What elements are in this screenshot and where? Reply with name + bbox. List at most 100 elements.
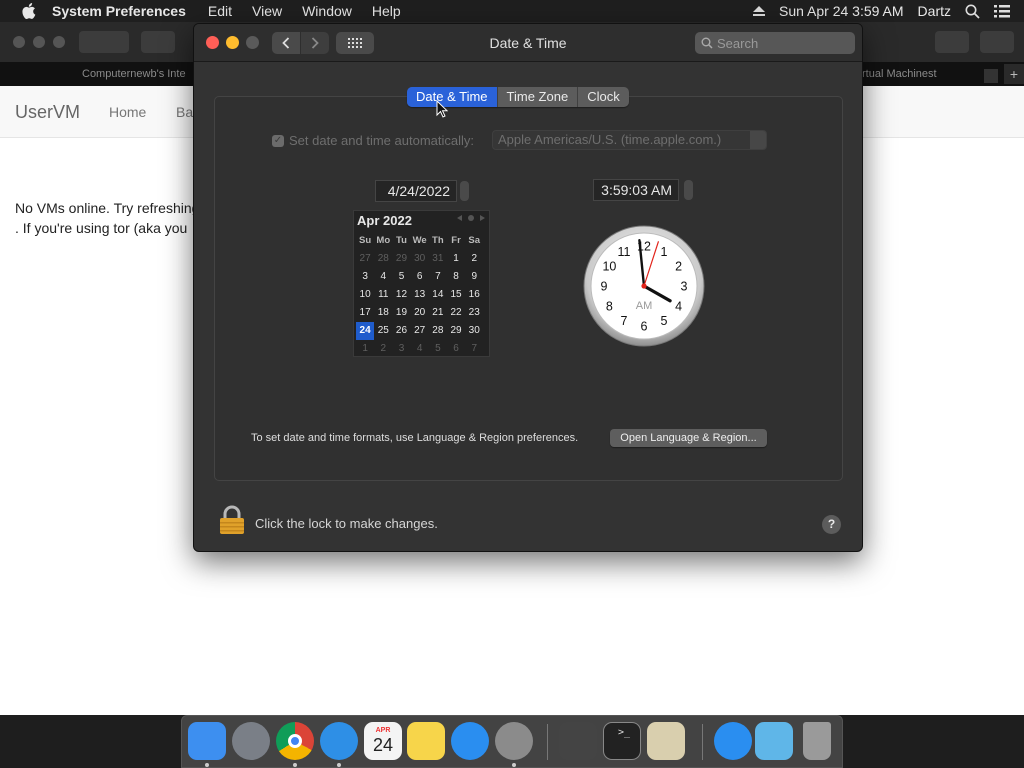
calendar-day[interactable]: 2	[465, 250, 483, 268]
menubar-user[interactable]: Dartz	[918, 3, 951, 19]
calendar-day[interactable]: 19	[392, 304, 410, 322]
network-utility-icon[interactable]	[559, 722, 597, 760]
spotlight-search-icon[interactable]	[965, 4, 980, 19]
nav-partial-link[interactable]: Ba	[176, 104, 193, 120]
calendar-day[interactable]: 14	[429, 286, 447, 304]
search-input[interactable]	[717, 35, 847, 51]
tab-time-zone[interactable]: Time Zone	[498, 87, 579, 107]
new-tab-button[interactable]: +	[1004, 64, 1024, 84]
notes-icon[interactable]	[407, 722, 445, 760]
calendar-day[interactable]: 3	[356, 268, 374, 286]
browser-share-button[interactable]	[935, 31, 969, 53]
browser-tabs-button[interactable]	[980, 31, 1014, 53]
calendar-icon[interactable]: APR 24	[364, 722, 402, 760]
calendar-day[interactable]: 6	[447, 340, 465, 358]
browser-tab-left[interactable]: Computernewb's Inte	[82, 68, 186, 80]
nav-home-link[interactable]: Home	[109, 104, 146, 120]
menu-help[interactable]: Help	[372, 3, 401, 19]
menubar-clock[interactable]: Sun Apr 24 3:59 AM	[779, 3, 904, 19]
chrome-icon[interactable]	[276, 722, 314, 760]
notification-center-icon[interactable]	[994, 4, 1010, 18]
app-store-icon[interactable]	[451, 722, 489, 760]
calendar-day[interactable]: 7	[465, 340, 483, 358]
browser-tab-right[interactable]: rtual Machinest	[862, 68, 937, 80]
downloads-folder-icon[interactable]	[755, 722, 793, 760]
calendar-day[interactable]: 22	[447, 304, 465, 322]
launchpad-icon[interactable]	[232, 722, 270, 760]
calendar-day[interactable]: 28	[374, 250, 392, 268]
calendar-day[interactable]: 9	[465, 268, 483, 286]
menu-window[interactable]: Window	[302, 3, 352, 19]
calendar-day[interactable]: 4	[374, 268, 392, 286]
calendar-month-label: Apr 2022	[357, 213, 412, 228]
calendar-day[interactable]: 7	[429, 268, 447, 286]
search-field[interactable]	[695, 32, 855, 54]
calendar-day[interactable]: 11	[374, 286, 392, 304]
calendar-day[interactable]: 1	[356, 340, 374, 358]
calendar-day[interactable]: 1	[447, 250, 465, 268]
calendar-day[interactable]: 15	[447, 286, 465, 304]
eject-icon[interactable]	[753, 6, 766, 16]
calendar-day[interactable]: 29	[392, 250, 410, 268]
app-name-menu[interactable]: System Preferences	[52, 3, 186, 19]
help-button[interactable]: ?	[822, 515, 841, 534]
browser-sidebar-button[interactable]	[141, 31, 175, 53]
browser-tab-close[interactable]	[984, 69, 998, 83]
tab-date-time[interactable]: Date & Time	[407, 87, 498, 107]
calendar-day[interactable]: 30	[411, 250, 429, 268]
safari-icon[interactable]	[320, 722, 358, 760]
open-language-region-button[interactable]: Open Language & Region...	[610, 429, 767, 447]
auto-set-checkbox[interactable]: ✓	[272, 134, 284, 147]
calendar-day[interactable]: 4	[411, 340, 429, 358]
site-brand[interactable]: UserVM	[15, 102, 80, 123]
calendar-day[interactable]: 2	[374, 340, 392, 358]
calendar-day[interactable]: 26	[392, 322, 410, 340]
calendar-day[interactable]: 27	[356, 250, 374, 268]
calendar-day[interactable]: 21	[429, 304, 447, 322]
calendar-day[interactable]: 3	[392, 340, 410, 358]
calendar-day[interactable]: 31	[429, 250, 447, 268]
calendar-day[interactable]: 10	[356, 286, 374, 304]
time-stepper[interactable]	[684, 180, 693, 200]
system-preferences-icon[interactable]	[495, 722, 533, 760]
calendar-day[interactable]: 18	[374, 304, 392, 322]
menu-view[interactable]: View	[252, 3, 282, 19]
apple-menu-icon[interactable]	[20, 2, 38, 20]
date-stepper[interactable]	[460, 181, 469, 201]
calendar-day[interactable]: 25	[374, 322, 392, 340]
calendar-day[interactable]: 20	[411, 304, 429, 322]
mail-stamp-icon[interactable]	[647, 722, 685, 760]
lock-icon[interactable]	[219, 505, 245, 535]
calendar-prev-icon[interactable]	[457, 215, 462, 221]
calendar-day[interactable]: 27	[411, 322, 429, 340]
trash-icon[interactable]	[803, 722, 831, 760]
calendar-day[interactable]: 12	[392, 286, 410, 304]
browser-back-forward[interactable]	[79, 31, 129, 53]
calendar-day[interactable]: 8	[447, 268, 465, 286]
time-field[interactable]: 3:59:03 AM	[593, 179, 679, 201]
calendar-day[interactable]: 17	[356, 304, 374, 322]
tab-clock[interactable]: Clock	[578, 87, 629, 107]
calendar-day[interactable]: 29	[447, 322, 465, 340]
finder-icon[interactable]	[188, 722, 226, 760]
calendar-day[interactable]: 13	[411, 286, 429, 304]
calendar-day[interactable]: 23	[465, 304, 483, 322]
menu-edit[interactable]: Edit	[208, 3, 232, 19]
calendar-day-selected[interactable]: 24	[356, 322, 375, 340]
calendar-day[interactable]: 16	[465, 286, 483, 304]
calendar-day[interactable]: 28	[429, 322, 447, 340]
time-server-select[interactable]: Apple Americas/U.S. (time.apple.com.)	[492, 130, 767, 150]
app-store-downloads-icon[interactable]	[714, 722, 752, 760]
calendar-day[interactable]: 30	[465, 322, 483, 340]
browser-zoom-button[interactable]	[53, 36, 65, 48]
calendar-day[interactable]: 5	[429, 340, 447, 358]
browser-minimize-button[interactable]	[33, 36, 45, 48]
calendar-day[interactable]: 5	[392, 268, 410, 286]
date-field[interactable]: 4/24/2022	[375, 180, 457, 202]
browser-close-button[interactable]	[13, 36, 25, 48]
calendar-day[interactable]: 6	[411, 268, 429, 286]
clock-numeral: 10	[602, 260, 616, 274]
calendar-today-icon[interactable]	[468, 215, 474, 221]
calendar-next-icon[interactable]	[480, 215, 485, 221]
terminal-icon[interactable]: >_	[603, 722, 641, 760]
